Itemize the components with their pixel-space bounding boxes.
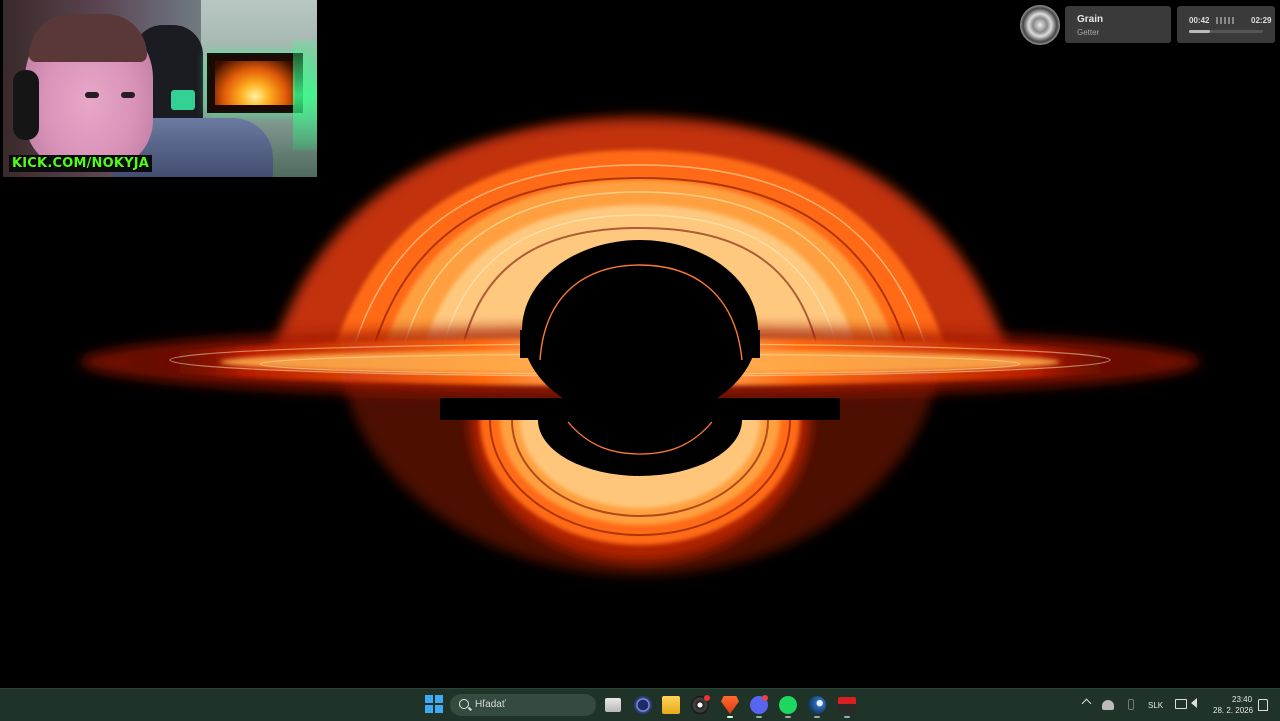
running-indicator xyxy=(844,716,850,718)
webcam-eye xyxy=(121,92,135,98)
album-art[interactable] xyxy=(1020,5,1060,45)
notification-bell-icon[interactable] xyxy=(1258,699,1268,711)
brave-browser-icon[interactable] xyxy=(721,696,739,714)
input-language-indicator[interactable]: SLK xyxy=(1148,701,1163,710)
webcam-overlay: KICK.COM/NOKYJA xyxy=(3,0,317,177)
notification-badge xyxy=(762,695,768,701)
windows-start-icon[interactable] xyxy=(425,695,443,713)
microphone-icon[interactable] xyxy=(1128,699,1134,710)
elapsed-time: 00:42 xyxy=(1189,16,1210,25)
headset-icon xyxy=(13,70,39,140)
webcam-eye xyxy=(85,92,99,98)
taskbar: Hľadať SLK 23:40 28. 2. 2026 xyxy=(0,688,1280,721)
running-indicator xyxy=(727,716,733,718)
spotify-icon[interactable] xyxy=(779,696,797,714)
clock-time[interactable]: 23:40 xyxy=(1232,695,1252,704)
cloud-sync-icon[interactable] xyxy=(1102,700,1114,710)
running-indicator xyxy=(756,716,762,718)
track-title: Grain xyxy=(1077,14,1104,25)
now-playing-card[interactable]: Grain Getter xyxy=(1065,6,1171,43)
running-indicator xyxy=(785,716,791,718)
file-explorer-icon[interactable] xyxy=(662,696,680,714)
tray-overflow-chevron-icon[interactable] xyxy=(1081,698,1092,709)
running-indicator xyxy=(814,716,820,718)
taskbar-search-box[interactable]: Hľadať xyxy=(450,694,596,716)
search-icon xyxy=(459,699,469,709)
equalizer-icon xyxy=(1216,17,1236,24)
clock-date[interactable]: 28. 2. 2026 xyxy=(1213,706,1253,715)
task-view-icon[interactable] xyxy=(605,698,621,712)
search-placeholder: Hľadať xyxy=(475,699,506,710)
webcam-person-hair xyxy=(29,14,147,62)
widget-app-icon[interactable] xyxy=(634,696,652,714)
webcam-green-glow xyxy=(293,40,317,150)
playback-progress-card: 00:42 02:29 xyxy=(1177,6,1275,43)
volume-icon[interactable] xyxy=(1191,698,1197,708)
voicemeeter-icon[interactable] xyxy=(838,697,856,713)
recording-badge xyxy=(704,695,710,701)
track-duration: 02:29 xyxy=(1251,16,1272,25)
channel-url-label: KICK.COM/NOKYJA xyxy=(9,155,153,172)
track-artist: Getter xyxy=(1077,28,1100,37)
webcam-fireplace-tv xyxy=(207,53,303,113)
network-icon[interactable] xyxy=(1175,699,1187,709)
fireplace-flame xyxy=(215,61,295,105)
seek-bar-fill xyxy=(1189,30,1211,33)
steam-icon[interactable] xyxy=(808,696,826,714)
webcam-led xyxy=(171,90,195,110)
seek-bar[interactable] xyxy=(1189,30,1263,33)
